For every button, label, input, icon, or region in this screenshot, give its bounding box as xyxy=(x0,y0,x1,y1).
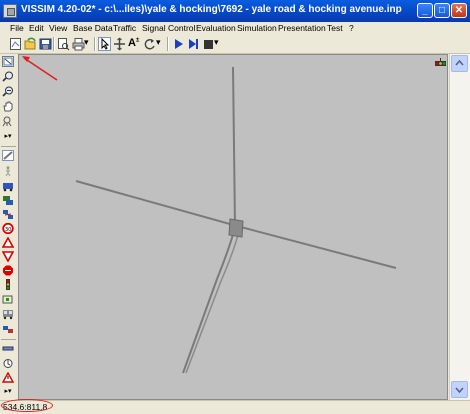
menu-simulation[interactable]: Simulation xyxy=(237,23,277,33)
toolbar-separator xyxy=(94,37,96,51)
simulation-dropdown-icon[interactable]: ▾ xyxy=(214,37,222,51)
run-continuous-icon[interactable] xyxy=(172,37,185,51)
title-bar[interactable]: VISSIM 4.20-02* - c:\...iles)\yale & hoc… xyxy=(0,0,470,22)
label-text-superscript: ± xyxy=(135,37,140,44)
zoom-out-icon[interactable] xyxy=(2,86,14,97)
pedestrian-icon[interactable] xyxy=(2,166,14,177)
road-link-north[interactable] xyxy=(232,66,236,227)
label-text-icon[interactable]: A± xyxy=(128,37,141,51)
maximize-button[interactable]: □ xyxy=(434,3,450,18)
coordinates-highlight-oval xyxy=(1,399,53,412)
menu-view[interactable]: View xyxy=(49,23,67,33)
network-editor-canvas[interactable] xyxy=(18,54,448,400)
rotate-icon[interactable] xyxy=(143,37,156,51)
left-toolbar: ▸▾ 30 ▸▾ xyxy=(0,54,17,400)
window-title: VISSIM 4.20-02* - c:\...iles)\yale & hoc… xyxy=(21,4,402,15)
left-toolbar-separator xyxy=(1,146,16,147)
scroll-up-button[interactable] xyxy=(451,55,468,72)
road-network xyxy=(75,66,397,374)
links-connectors-icon[interactable] xyxy=(2,150,14,161)
pan-hand-icon[interactable] xyxy=(2,101,14,112)
menu-base-data[interactable]: Base Data xyxy=(73,23,113,33)
road-link-south-lane[interactable] xyxy=(185,230,240,374)
vissim-app-icon[interactable] xyxy=(3,4,17,18)
minimize-button[interactable]: _ xyxy=(417,3,433,18)
menu-bar: File Edit View Base Data Traffic Signal … xyxy=(0,22,470,35)
status-bar: 534.6:811.8 xyxy=(0,400,470,414)
reduced-speed-icon[interactable]: 30 xyxy=(2,222,14,235)
detector-icon[interactable] xyxy=(2,294,14,305)
parking-icon[interactable] xyxy=(2,358,14,369)
left-toolbar-more-icon[interactable]: ▸▾ xyxy=(2,387,14,398)
menu-presentation[interactable]: Presentation xyxy=(278,23,326,33)
select-pointer-icon[interactable] xyxy=(98,37,111,51)
open-icon[interactable] xyxy=(24,37,37,51)
signal-head-icon[interactable] xyxy=(2,279,14,290)
print-dropdown-icon[interactable]: ▾ xyxy=(84,37,92,51)
yield-sign-icon[interactable] xyxy=(1,251,15,263)
speed-decision-icon[interactable] xyxy=(2,209,14,220)
left-toolbar-separator xyxy=(1,339,16,340)
intersection-node[interactable] xyxy=(228,218,244,238)
pan-network-icon[interactable] xyxy=(113,37,126,51)
single-step-icon[interactable] xyxy=(187,37,200,51)
data-collection-icon[interactable] xyxy=(2,343,14,354)
transit-stop-icon[interactable] xyxy=(2,309,14,320)
traffic-light-indicator-icon xyxy=(435,58,446,69)
menu-test[interactable]: Test xyxy=(327,23,343,33)
priority-rule-icon[interactable] xyxy=(1,236,15,248)
warning-icon[interactable] xyxy=(1,371,15,383)
zoom-window-icon[interactable] xyxy=(2,56,14,67)
svg-text:30: 30 xyxy=(5,227,11,233)
routes-icon[interactable] xyxy=(2,195,14,206)
vehicle-inputs-icon[interactable] xyxy=(2,181,14,192)
node-icon[interactable] xyxy=(2,324,14,335)
toolbar-separator xyxy=(167,37,169,51)
main-toolbar: ▾ A± ▾ ▾ xyxy=(0,35,470,54)
stop-sign-icon[interactable] xyxy=(2,265,14,276)
toolbar-separator xyxy=(53,37,55,51)
previous-view-icon[interactable] xyxy=(2,116,14,127)
scroll-more-icon[interactable]: ▸▾ xyxy=(2,132,14,143)
print-preview-icon[interactable] xyxy=(57,37,70,51)
menu-file[interactable]: File xyxy=(10,23,24,33)
save-icon[interactable] xyxy=(39,37,52,51)
menu-evaluation[interactable]: Evaluation xyxy=(196,23,236,33)
menu-edit[interactable]: Edit xyxy=(29,23,44,33)
zoom-in-icon[interactable] xyxy=(2,71,14,82)
new-network-icon[interactable] xyxy=(9,37,22,51)
close-button[interactable]: ✕ xyxy=(451,3,467,18)
label-text-glyph: A xyxy=(128,37,136,49)
scroll-down-button[interactable] xyxy=(451,381,468,398)
menu-help[interactable]: ? xyxy=(349,23,354,33)
menu-traffic[interactable]: Traffic xyxy=(113,23,136,33)
menu-signal-control[interactable]: Signal Control xyxy=(142,23,195,33)
vertical-scrollbar[interactable] xyxy=(449,54,470,400)
rotate-dropdown-icon[interactable]: ▾ xyxy=(156,37,164,51)
road-link-south[interactable] xyxy=(182,230,235,374)
